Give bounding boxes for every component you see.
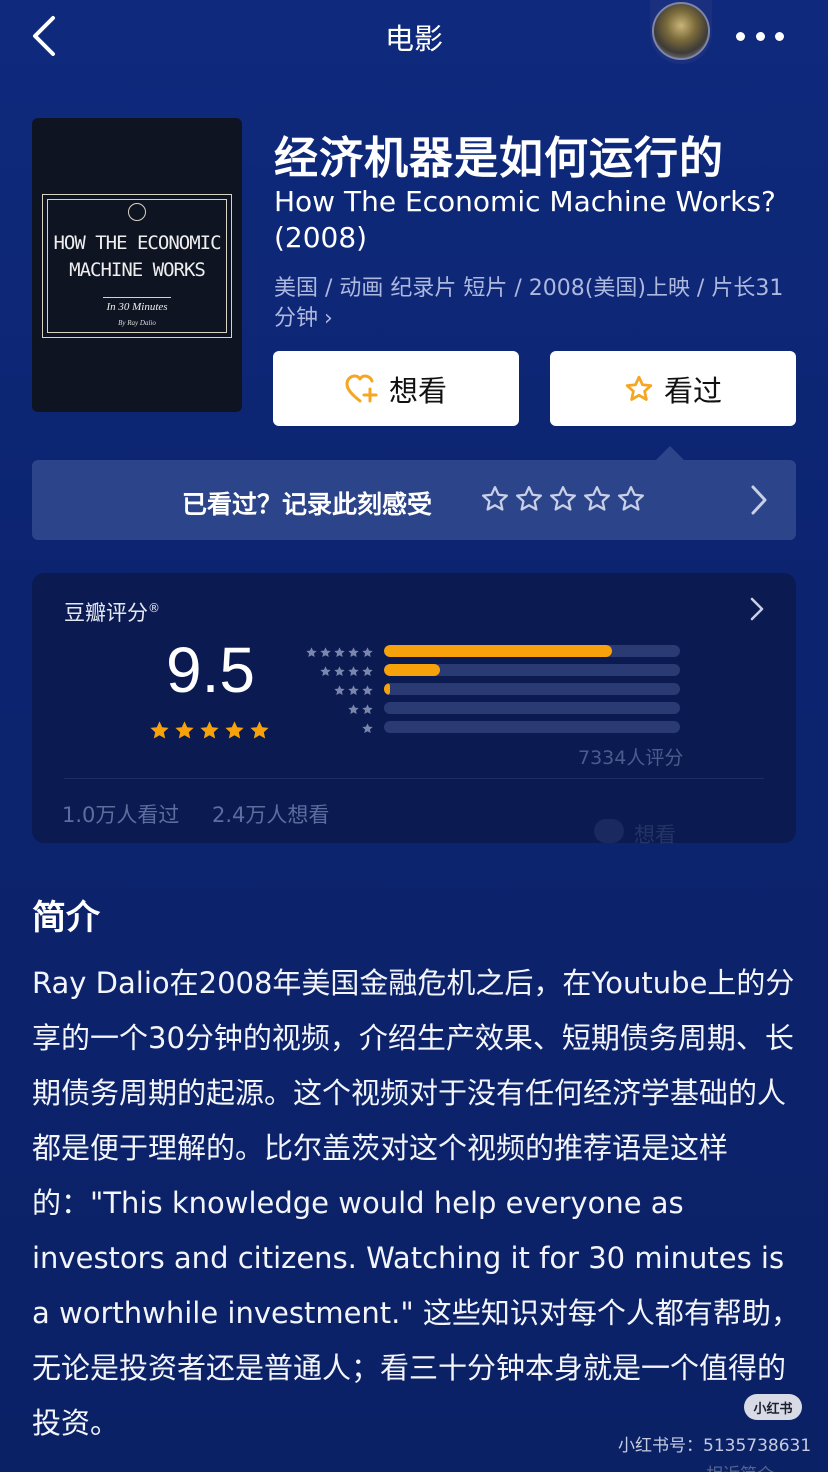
chevron-right-icon: ›: [324, 306, 333, 331]
distribution-row: [298, 700, 680, 719]
movie-poster[interactable]: HOW THE ECONOMIC MACHINE WORKS In 30 Min…: [32, 118, 242, 412]
distribution-track: [384, 645, 680, 657]
seen-button[interactable]: 看过: [550, 351, 796, 426]
distribution-stars: [347, 703, 374, 716]
registered-mark: ®: [148, 601, 160, 615]
distribution-fill: [384, 664, 441, 676]
more-button[interactable]: [736, 24, 784, 48]
distribution-track: [384, 702, 680, 714]
distribution-stars: [333, 684, 374, 697]
star-small-icon: [362, 647, 373, 658]
distribution-row: [298, 662, 680, 681]
star-filled-icon: [150, 721, 169, 739]
movie-title-cn: 经济机器是如何运行的: [274, 133, 724, 184]
watermark-text: 小红书号：5135738631: [618, 1436, 812, 1456]
star-small-icon: [362, 685, 373, 696]
star-small-icon: [348, 685, 359, 696]
record-stars[interactable]: [480, 484, 646, 514]
star-small-icon: [362, 704, 373, 715]
movie-meta-text: 美国 / 动画 纪录片 短片 / 2008(美国)上映 / 片长31分钟: [274, 276, 784, 331]
xiaohongshu-logo: 小红书: [744, 1394, 802, 1420]
distribution-stars: [305, 646, 374, 659]
want-count: 2.4万人想看: [212, 803, 330, 827]
poster-title-line1: HOW THE ECONOMIC: [53, 232, 221, 254]
want-button[interactable]: 想看: [273, 351, 519, 426]
star-small-icon: [348, 666, 359, 677]
more-dots-icon: [755, 31, 765, 41]
poster-emblem-icon: [128, 203, 146, 221]
rating-label: 豆瓣评分®: [64, 597, 160, 627]
poster-subtitle: In 30 Minutes: [106, 301, 168, 313]
poster-rule: [103, 297, 171, 298]
ghost-icon: [594, 819, 624, 843]
star-filled-icon: [250, 721, 269, 739]
star-small-icon: [320, 666, 331, 677]
star-filled-icon: [200, 721, 219, 739]
poster-byline: By Ray Dalio: [118, 319, 156, 327]
avatar[interactable]: [652, 2, 710, 60]
star-filled-icon: [225, 721, 244, 739]
divider: [64, 778, 764, 779]
seen-count: 1.0万人看过: [62, 803, 180, 827]
star-outline-icon[interactable]: [514, 484, 544, 514]
record-prompt: 已看过？记录此刻感受: [182, 490, 433, 519]
star-outline-icon[interactable]: [548, 484, 578, 514]
more-dots-icon: [775, 31, 784, 41]
star-small-icon: [320, 647, 331, 658]
douban-rating-card[interactable]: 豆瓣评分® 9.5 7334人评分 1.0万人看过 2.4万人想看 想看: [32, 573, 796, 847]
star-small-icon: [334, 647, 345, 658]
distribution-row: [298, 681, 680, 700]
star-small-icon: [362, 666, 373, 677]
rating-label-text: 豆瓣评分: [64, 601, 148, 625]
movie-meta[interactable]: 美国 / 动画 纪录片 短片 / 2008(美国)上映 / 片长31分钟 ›: [274, 274, 804, 334]
top-bar: 电影: [0, 0, 828, 80]
movie-title-en: How The Economic Machine Works? (2008): [274, 185, 776, 254]
rating-stars: [148, 719, 271, 742]
cut-off-text: 相近简介: [706, 1460, 774, 1472]
star-small-icon: [348, 647, 359, 658]
star-small-icon: [348, 704, 359, 715]
seen-label: 看过: [663, 373, 722, 408]
distribution-track: [384, 683, 680, 695]
distribution-row: [298, 719, 680, 738]
star-small-icon: [362, 723, 373, 734]
distribution-fill: [384, 645, 612, 657]
distribution-track: [384, 721, 680, 733]
distribution-track: [384, 664, 680, 676]
star-outline-icon[interactable]: [582, 484, 612, 514]
heart-plus-icon: [345, 374, 378, 402]
star-outline-icon[interactable]: [616, 484, 646, 514]
intro-body: Ray Dalio在2008年美国金融危机之后，在Youtube上的分享的一个3…: [32, 966, 800, 1440]
poster-frame: HOW THE ECONOMIC MACHINE WORKS In 30 Min…: [42, 194, 232, 338]
ghost-want-text: 想看: [634, 823, 676, 847]
rating-score: 9.5: [166, 634, 255, 706]
distribution-row: [298, 643, 680, 662]
want-label: 想看: [388, 373, 447, 408]
more-dots-icon: [736, 31, 745, 41]
intro-heading: 简介: [32, 898, 100, 938]
record-feeling-bar[interactable]: 已看过？记录此刻感受: [32, 460, 796, 540]
avatar-holder: [650, 0, 712, 64]
star-small-icon: [334, 666, 345, 677]
chevron-right-icon: [750, 597, 764, 621]
rating-count: 7334人评分: [578, 747, 684, 769]
star-small-icon: [334, 685, 345, 696]
chevron-right-icon: [751, 485, 767, 515]
star-filled-icon: [175, 721, 194, 739]
star-outline-icon[interactable]: [480, 484, 510, 514]
bubble-pointer: [656, 446, 684, 460]
distribution-stars: [319, 665, 374, 678]
star-small-icon: [306, 647, 317, 658]
rating-distribution: [298, 643, 680, 738]
distribution-stars: [361, 722, 374, 735]
distribution-fill: [384, 683, 390, 695]
poster-title-line2: MACHINE WORKS: [69, 259, 206, 281]
star-outline-icon: [625, 375, 653, 401]
